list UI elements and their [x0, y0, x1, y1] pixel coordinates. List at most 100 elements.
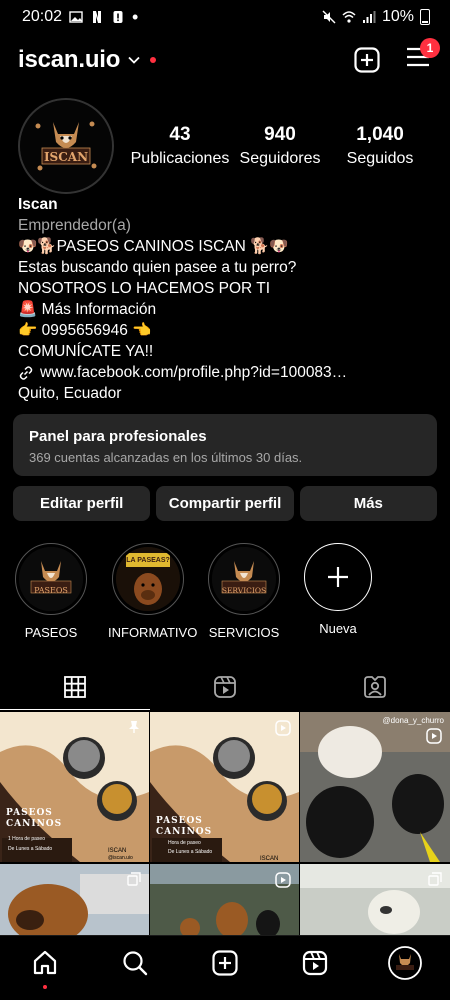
- profile-stats: 43 Publicaciones 940 Seguidores 1,040 Se…: [130, 124, 430, 168]
- post-caption-item: De Lunes a Sábado: [8, 846, 53, 852]
- bio-line: 🚨 Más Información: [18, 301, 157, 318]
- bio-line: COMUNÍCATE YA!!: [18, 343, 154, 360]
- highlight-label: Nueva: [319, 621, 357, 636]
- stat-label: Publicaciones: [130, 150, 230, 167]
- dashboard-title: Panel para profesionales: [29, 428, 207, 445]
- professional-dashboard[interactable]: Panel para profesionales 369 cuentas alc…: [13, 414, 437, 476]
- wifi-icon: [342, 11, 356, 23]
- security-notification-icon: [113, 11, 123, 23]
- post-thumbnail[interactable]: PASEOS CANINOS 1 Hora de paseo De Lunes …: [0, 712, 149, 862]
- create-icon: [212, 950, 238, 976]
- bio-line: 🐶🐕PASEOS CANINOS ISCAN 🐕🐶: [18, 238, 289, 255]
- post-thumbnail[interactable]: [0, 864, 149, 936]
- battery-icon: [420, 9, 430, 25]
- highlight-cover-image: [19, 547, 83, 611]
- grid-icon: [64, 676, 86, 698]
- profile-header: iscan.uio 1: [0, 38, 450, 80]
- post-brand: ISCAN: [260, 856, 279, 862]
- nav-create[interactable]: [205, 943, 245, 983]
- highlight-informativo[interactable]: LA PASEAS? INFORMATIVO: [108, 543, 198, 640]
- highlight-label: SERVICIOS: [208, 625, 280, 640]
- post-handle: @iscan.uio: [108, 855, 133, 861]
- nav-reels[interactable]: [295, 943, 335, 983]
- post-caption-title: PASEOS CANINOS: [6, 808, 63, 829]
- home-notification-dot: [43, 985, 47, 989]
- highlight-label: PASEOS: [24, 625, 78, 640]
- status-bar: 20:02 • 10%: [0, 0, 450, 34]
- post-thumbnail[interactable]: [150, 864, 299, 936]
- highlight-servicios[interactable]: SERVICIOS SERVICIOS: [204, 543, 284, 640]
- profile-name: Iscan: [18, 196, 58, 213]
- profile-actions: Editar perfil Compartir perfil Más: [13, 486, 437, 521]
- nav-home[interactable]: [25, 943, 65, 989]
- post-thumbnail[interactable]: @dona_y_churro: [300, 712, 450, 862]
- netflix-notification-icon: [93, 11, 102, 23]
- link-text: www.facebook.com/profile.php?id=100083…: [40, 364, 348, 381]
- gallery-notification-icon: [69, 11, 83, 23]
- highlight-cover-image: [212, 547, 276, 611]
- edit-profile-button[interactable]: Editar perfil: [13, 486, 151, 521]
- more-button[interactable]: Más: [299, 486, 437, 521]
- reel-icon: [275, 720, 291, 736]
- posts-grid: PASEOS CANINOS 1 Hora de paseo De Lunes …: [0, 712, 450, 936]
- highlight-cover: SERVICIOS: [212, 547, 276, 611]
- stat-value: 43: [169, 124, 191, 145]
- avatar-logo: [20, 100, 112, 192]
- stat-label: Seguidores: [239, 150, 321, 167]
- stat-followers[interactable]: 940 Seguidores: [230, 124, 330, 168]
- create-post-icon[interactable]: [354, 46, 380, 73]
- more-notifications-dot: •: [132, 7, 139, 27]
- dashboard-subtitle: 369 cuentas alcanzadas en los últimos 30…: [29, 450, 303, 465]
- bio-line: 👉 0995656946 👈: [18, 322, 152, 339]
- profile-location: Quito, Ecuador: [18, 385, 122, 402]
- tagged-icon: [364, 676, 386, 698]
- status-time: 20:02: [22, 8, 63, 25]
- chevron-down-icon[interactable]: [128, 54, 140, 66]
- bio-line: NOSOTROS LO HACEMOS POR TI: [18, 280, 271, 297]
- post-thumbnail[interactable]: PASEOS CANINOS Hora de paseo De Lunes a …: [150, 712, 299, 862]
- search-icon: [123, 951, 148, 976]
- carousel-icon: [428, 872, 442, 886]
- post-watermark: @dona_y_churro: [382, 716, 445, 725]
- profile-bio: Iscan Emprendedor(a) 🐶🐕PASEOS CANINOS IS…: [18, 194, 432, 404]
- post-caption-title: PASEOS CANINOS: [156, 816, 213, 837]
- reels-icon: [214, 676, 236, 698]
- tab-reels[interactable]: [150, 664, 300, 710]
- highlight-label: INFORMATIVO: [108, 625, 198, 640]
- highlight-cover-text: LA PASEAS?: [126, 557, 170, 564]
- profile-avatar[interactable]: ISCAN: [18, 98, 114, 194]
- bio-line: Estas buscando quien pasee a tu perro?: [18, 259, 297, 276]
- nav-search[interactable]: [115, 943, 155, 983]
- highlight-ring: SERVICIOS: [208, 543, 280, 615]
- home-icon: [33, 950, 57, 975]
- battery-percent: 10%: [381, 8, 414, 25]
- stat-label: Seguidos: [346, 150, 414, 167]
- post-thumbnail[interactable]: [300, 864, 450, 936]
- highlight-new[interactable]: Nueva: [298, 543, 378, 636]
- account-notification-dot: [150, 57, 157, 63]
- profile-link[interactable]: www.facebook.com/profile.php?id=100083…: [18, 362, 432, 383]
- profile-tabs: [0, 664, 450, 710]
- mute-icon: [322, 10, 336, 24]
- reel-icon: [275, 872, 291, 888]
- share-profile-button[interactable]: Compartir perfil: [156, 486, 294, 521]
- menu-button[interactable]: 1: [406, 38, 440, 73]
- reels-icon: [302, 950, 328, 976]
- highlight-cover: LA PASEAS?: [116, 547, 180, 611]
- tab-posts-grid[interactable]: [0, 664, 150, 710]
- nav-profile[interactable]: [385, 943, 425, 983]
- stat-posts[interactable]: 43 Publicaciones: [130, 124, 230, 168]
- post-brand: ISCAN: [108, 848, 127, 854]
- link-icon: [19, 365, 33, 380]
- account-username[interactable]: iscan.uio: [18, 46, 120, 74]
- carousel-icon: [127, 872, 141, 886]
- pinned-icon: [129, 721, 139, 733]
- highlight-paseos[interactable]: PASEOS PASEOS: [11, 543, 91, 640]
- signal-icon: [362, 11, 376, 23]
- stat-value: 1,040: [356, 124, 404, 145]
- highlight-ring: LA PASEAS?: [112, 543, 184, 615]
- tab-tagged[interactable]: [300, 664, 450, 710]
- highlight-cover: PASEOS: [19, 547, 83, 611]
- stat-following[interactable]: 1,040 Seguidos: [330, 124, 430, 168]
- plus-icon: [328, 567, 348, 587]
